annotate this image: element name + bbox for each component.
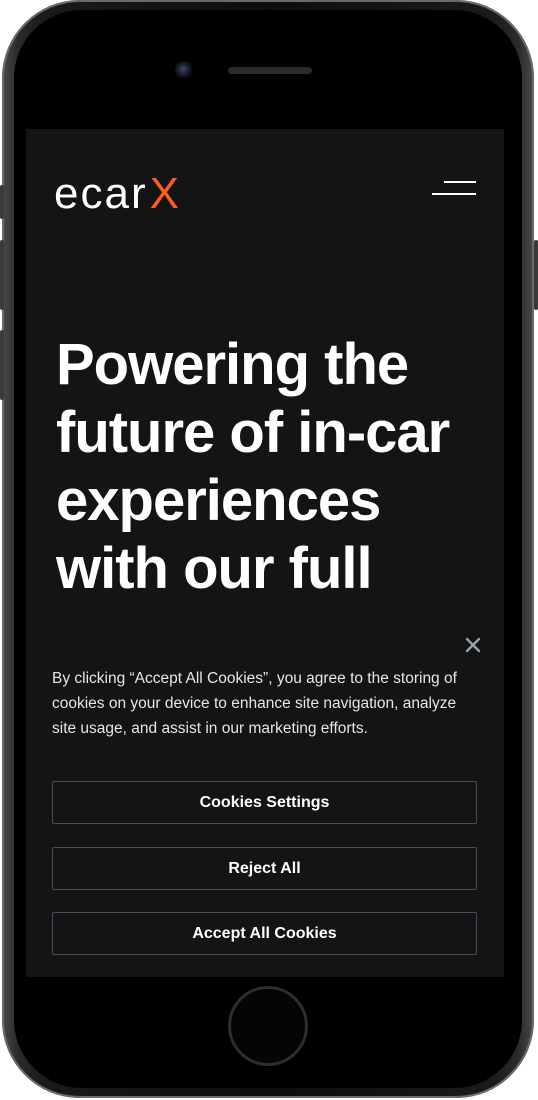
hero-title: Powering the future of in-car experience… (56, 332, 450, 601)
menu-line-bottom (432, 193, 476, 195)
screen: ecar X Powering the future of in-car expe… (26, 129, 504, 977)
accept-all-cookies-button[interactable]: Accept All Cookies (52, 912, 477, 955)
ecarx-logo[interactable]: ecar X (54, 169, 179, 218)
cookie-banner: By clicking “Accept All Cookies”, you ag… (26, 603, 504, 977)
earpiece-speaker (228, 67, 312, 74)
front-camera (175, 61, 193, 79)
phone-volume-up (0, 240, 4, 310)
cookies-settings-button[interactable]: Cookies Settings (52, 781, 477, 824)
logo-accent-letter: X (149, 169, 179, 218)
logo-wordmark: ecar (54, 169, 148, 218)
phone-silent-switch (0, 185, 4, 219)
reject-all-button[interactable]: Reject All (52, 847, 477, 890)
menu-line-top (444, 181, 476, 183)
phone-volume-down (0, 330, 4, 400)
hamburger-menu-icon[interactable] (430, 175, 478, 203)
phone-power-button (534, 240, 538, 310)
home-button[interactable] (228, 986, 308, 1066)
close-icon[interactable] (461, 633, 485, 657)
cookie-consent-text: By clicking “Accept All Cookies”, you ag… (52, 670, 457, 737)
